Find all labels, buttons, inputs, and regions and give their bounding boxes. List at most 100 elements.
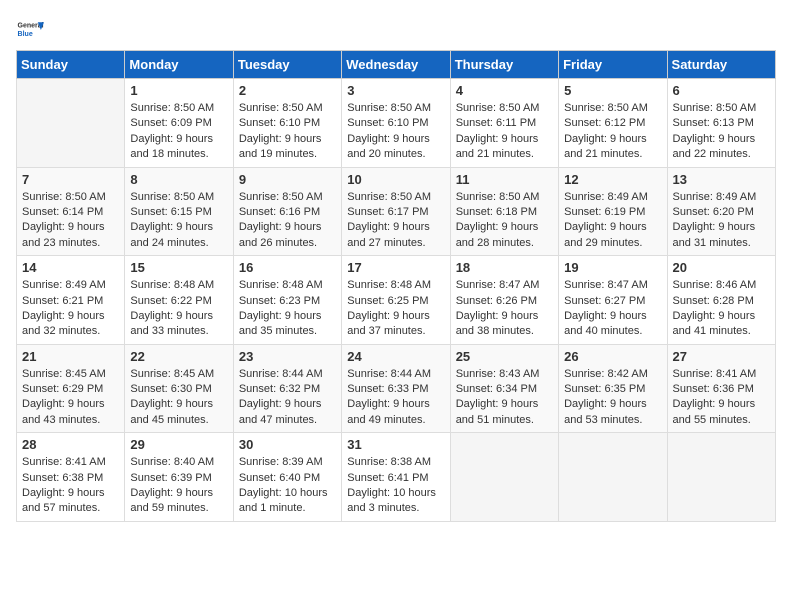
calendar-cell: 28Sunrise: 8:41 AMSunset: 6:38 PMDayligh… (17, 433, 125, 522)
calendar-cell: 29Sunrise: 8:40 AMSunset: 6:39 PMDayligh… (125, 433, 233, 522)
sunrise-text: Sunrise: 8:50 AM (673, 101, 770, 116)
sunset-text: Sunset: 6:29 PM (22, 382, 119, 397)
daylight-text-line2: and 37 minutes. (347, 324, 444, 339)
header: General Blue (16, 16, 776, 44)
calendar-week-3: 14Sunrise: 8:49 AMSunset: 6:21 PMDayligh… (17, 256, 776, 345)
sunrise-text: Sunrise: 8:49 AM (22, 278, 119, 293)
day-number: 8 (130, 172, 227, 187)
calendar-cell: 9Sunrise: 8:50 AMSunset: 6:16 PMDaylight… (233, 167, 341, 256)
calendar-cell: 21Sunrise: 8:45 AMSunset: 6:29 PMDayligh… (17, 344, 125, 433)
sunrise-text: Sunrise: 8:38 AM (347, 455, 444, 470)
day-number: 20 (673, 260, 770, 275)
daylight-text-line1: Daylight: 9 hours (22, 309, 119, 324)
sunset-text: Sunset: 6:23 PM (239, 294, 336, 309)
daylight-text-line1: Daylight: 10 hours (347, 486, 444, 501)
day-number: 30 (239, 437, 336, 452)
day-number: 22 (130, 349, 227, 364)
sunrise-text: Sunrise: 8:39 AM (239, 455, 336, 470)
daylight-text-line2: and 24 minutes. (130, 236, 227, 251)
daylight-text-line2: and 55 minutes. (673, 413, 770, 428)
day-number: 1 (130, 83, 227, 98)
daylight-text-line1: Daylight: 9 hours (22, 486, 119, 501)
daylight-text-line2: and 23 minutes. (22, 236, 119, 251)
day-number: 23 (239, 349, 336, 364)
sunset-text: Sunset: 6:20 PM (673, 205, 770, 220)
calendar-week-2: 7Sunrise: 8:50 AMSunset: 6:14 PMDaylight… (17, 167, 776, 256)
daylight-text-line2: and 1 minute. (239, 501, 336, 516)
sunrise-text: Sunrise: 8:41 AM (22, 455, 119, 470)
daylight-text-line1: Daylight: 9 hours (564, 220, 661, 235)
daylight-text-line1: Daylight: 9 hours (22, 397, 119, 412)
daylight-text-line2: and 18 minutes. (130, 147, 227, 162)
sunset-text: Sunset: 6:25 PM (347, 294, 444, 309)
calendar-cell: 26Sunrise: 8:42 AMSunset: 6:35 PMDayligh… (559, 344, 667, 433)
calendar-cell: 23Sunrise: 8:44 AMSunset: 6:32 PMDayligh… (233, 344, 341, 433)
header-cell-monday: Monday (125, 51, 233, 79)
header-cell-tuesday: Tuesday (233, 51, 341, 79)
day-number: 11 (456, 172, 553, 187)
daylight-text-line1: Daylight: 9 hours (456, 397, 553, 412)
daylight-text-line2: and 29 minutes. (564, 236, 661, 251)
sunrise-text: Sunrise: 8:45 AM (130, 367, 227, 382)
calendar-cell: 2Sunrise: 8:50 AMSunset: 6:10 PMDaylight… (233, 79, 341, 168)
daylight-text-line2: and 51 minutes. (456, 413, 553, 428)
daylight-text-line1: Daylight: 9 hours (673, 309, 770, 324)
sunrise-text: Sunrise: 8:47 AM (564, 278, 661, 293)
calendar-cell: 27Sunrise: 8:41 AMSunset: 6:36 PMDayligh… (667, 344, 775, 433)
daylight-text-line2: and 35 minutes. (239, 324, 336, 339)
header-cell-sunday: Sunday (17, 51, 125, 79)
sunset-text: Sunset: 6:41 PM (347, 471, 444, 486)
sunrise-text: Sunrise: 8:49 AM (673, 190, 770, 205)
daylight-text-line2: and 45 minutes. (130, 413, 227, 428)
sunset-text: Sunset: 6:11 PM (456, 116, 553, 131)
calendar-cell: 3Sunrise: 8:50 AMSunset: 6:10 PMDaylight… (342, 79, 450, 168)
day-number: 2 (239, 83, 336, 98)
daylight-text-line1: Daylight: 9 hours (673, 397, 770, 412)
calendar-cell: 17Sunrise: 8:48 AMSunset: 6:25 PMDayligh… (342, 256, 450, 345)
sunset-text: Sunset: 6:12 PM (564, 116, 661, 131)
sunset-text: Sunset: 6:09 PM (130, 116, 227, 131)
calendar-cell: 4Sunrise: 8:50 AMSunset: 6:11 PMDaylight… (450, 79, 558, 168)
day-number: 19 (564, 260, 661, 275)
calendar-cell: 1 Sunrise: 8:50 AMSunset: 6:09 PMDaylight… (125, 79, 233, 168)
calendar-cell: 13Sunrise: 8:49 AMSunset: 6:20 PMDayligh… (667, 167, 775, 256)
sunrise-text: Sunrise: 8:50 AM (130, 101, 227, 116)
daylight-text-line2: and 49 minutes. (347, 413, 444, 428)
sunset-text: Sunset: 6:39 PM (130, 471, 227, 486)
daylight-text-line1: Daylight: 9 hours (347, 397, 444, 412)
calendar-cell: 18Sunrise: 8:47 AMSunset: 6:26 PMDayligh… (450, 256, 558, 345)
day-number: 26 (564, 349, 661, 364)
calendar-cell: 5Sunrise: 8:50 AMSunset: 6:12 PMDaylight… (559, 79, 667, 168)
daylight-text-line1: Daylight: 9 hours (564, 132, 661, 147)
daylight-text-line1: Daylight: 9 hours (239, 309, 336, 324)
sunrise-text: Sunrise: 8:50 AM (456, 101, 553, 116)
daylight-text-line1: Daylight: 9 hours (673, 220, 770, 235)
logo-icon: General Blue (16, 16, 44, 44)
calendar-cell (667, 433, 775, 522)
header-row: SundayMondayTuesdayWednesdayThursdayFrid… (17, 51, 776, 79)
calendar-week-1: 1Sunrise: 8:50 AMSunset: 6:09 PMDaylight… (17, 79, 776, 168)
daylight-text-line1: Daylight: 9 hours (564, 309, 661, 324)
day-number: 16 (239, 260, 336, 275)
daylight-text-line2: and 22 minutes. (673, 147, 770, 162)
calendar-cell: 30Sunrise: 8:39 AMSunset: 6:40 PMDayligh… (233, 433, 341, 522)
daylight-text-line1: Daylight: 9 hours (130, 309, 227, 324)
sunset-text: Sunset: 6:33 PM (347, 382, 444, 397)
sunset-text: Sunset: 6:17 PM (347, 205, 444, 220)
logo: General Blue (16, 16, 48, 44)
calendar-cell: 14Sunrise: 8:49 AMSunset: 6:21 PMDayligh… (17, 256, 125, 345)
daylight-text-line2: and 31 minutes. (673, 236, 770, 251)
day-number: 15 (130, 260, 227, 275)
day-number: 14 (22, 260, 119, 275)
daylight-text-line1: Daylight: 9 hours (347, 132, 444, 147)
calendar-cell: 16Sunrise: 8:48 AMSunset: 6:23 PMDayligh… (233, 256, 341, 345)
daylight-text-line1: Daylight: 9 hours (130, 132, 227, 147)
day-number: 5 (564, 83, 661, 98)
daylight-text-line2: and 3 minutes. (347, 501, 444, 516)
sunset-text: Sunset: 6:18 PM (456, 205, 553, 220)
sunset-text: Sunset: 6:34 PM (456, 382, 553, 397)
sunset-text: Sunset: 6:35 PM (564, 382, 661, 397)
daylight-text-line1: Daylight: 9 hours (130, 486, 227, 501)
daylight-text-line2: and 20 minutes. (347, 147, 444, 162)
day-number: 25 (456, 349, 553, 364)
